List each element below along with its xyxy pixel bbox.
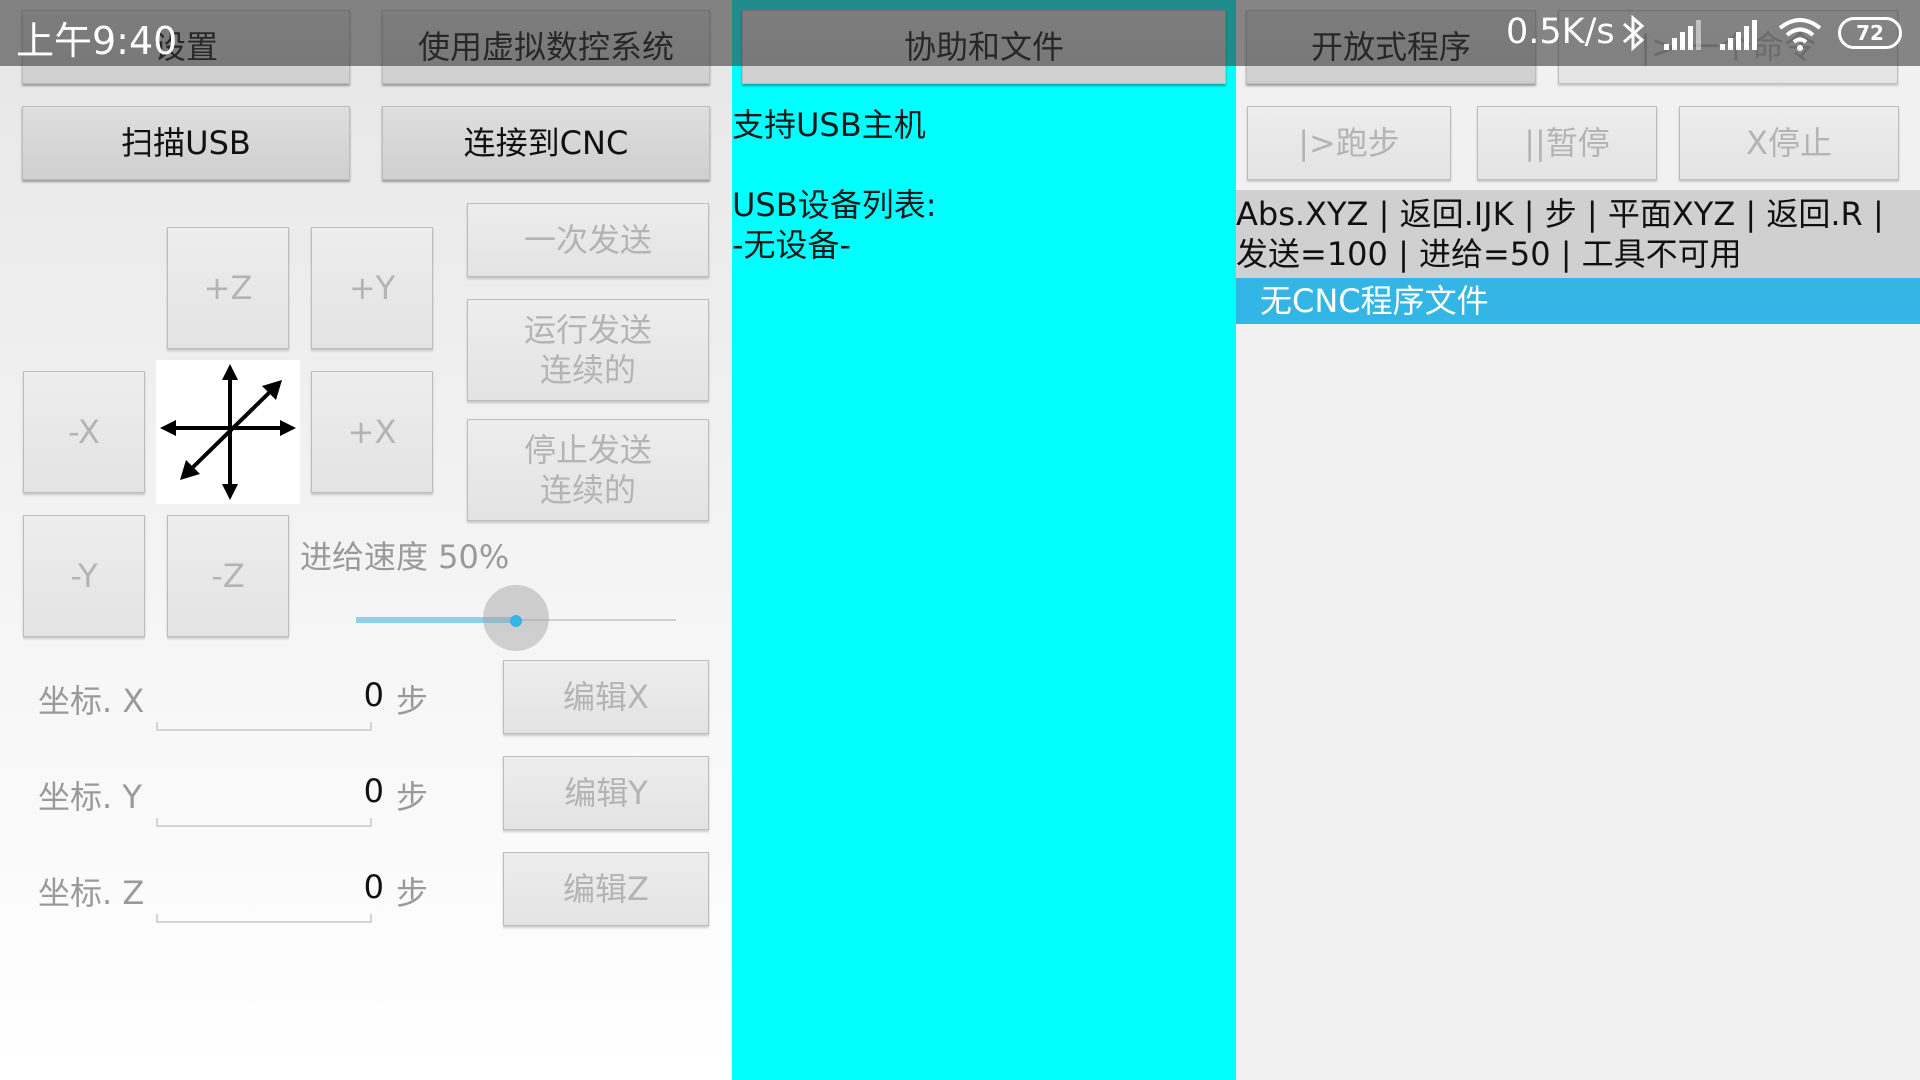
wifi-icon (1778, 18, 1822, 51)
coord-y-unit: 步 (396, 778, 429, 816)
usb-host-support-text: 支持USB主机 (732, 106, 926, 144)
scan-usb-button[interactable]: 扫描USB (22, 106, 350, 180)
feed-speed-slider[interactable] (356, 585, 676, 655)
middle-panel: 协助和文件 支持USB主机 USB设备列表: -无设备- (732, 0, 1236, 1080)
jog-minus-y-button[interactable]: -Y (23, 515, 145, 637)
coord-y-label: 坐标. Y (38, 778, 142, 816)
status-time: 上午9:40 (16, 19, 178, 63)
jog-plus-y-button[interactable]: +Y (311, 227, 433, 349)
coord-z-underline (156, 914, 372, 923)
send-once-button[interactable]: 一次发送 (467, 203, 709, 277)
run-send-line1: 运行发送 (523, 311, 652, 349)
left-panel: 设置 使用虚拟数控系统 扫描USB 连接到CNC +Z +Y -X +X -Y … (0, 0, 732, 1080)
gcode-state-info: Abs.XYZ | 返回.IJK | 步 | 平面XYZ | 返回.R | 发送… (1236, 190, 1920, 278)
coord-z-unit: 步 (396, 874, 429, 912)
status-bar: 上午9:40 0.5K/s 72 (0, 0, 1920, 66)
jog-minus-x-button[interactable]: -X (23, 371, 145, 493)
edit-z-button[interactable]: 编辑Z (503, 852, 709, 926)
four-way-arrow-icon (156, 360, 300, 504)
bluetooth-icon (1623, 14, 1645, 52)
usb-no-device-text: -无设备- (732, 226, 852, 264)
feed-speed-label: 进给速度 50% (300, 538, 510, 576)
signal-strength-icon-1 (1664, 20, 1701, 50)
run-step-button[interactable]: |>跑步 (1247, 106, 1451, 180)
stop-send-continuous-button[interactable]: 停止发送 连续的 (467, 419, 709, 521)
jog-minus-z-button[interactable]: -Z (167, 515, 289, 637)
stop-send-line2: 连续的 (539, 471, 636, 509)
edit-x-button[interactable]: 编辑X (503, 660, 709, 734)
edit-y-button[interactable]: 编辑Y (503, 756, 709, 830)
jog-plus-z-button[interactable]: +Z (167, 227, 289, 349)
right-panel: 开放式程序 |> 一个命令 |>跑步 ||暂停 X停止 Abs.XYZ | 返回… (1236, 0, 1920, 1080)
signal-strength-icon-2 (1720, 20, 1757, 50)
slider-thumb[interactable] (510, 615, 522, 627)
coord-y-underline (156, 818, 372, 827)
coord-z-value[interactable]: 0 (156, 868, 384, 906)
stop-send-line1: 停止发送 (523, 431, 652, 469)
stop-button[interactable]: X停止 (1679, 106, 1899, 180)
jog-plus-x-button[interactable]: +X (311, 371, 433, 493)
coord-z-label: 坐标. Z (38, 874, 145, 912)
coord-x-underline (156, 722, 372, 731)
battery-icon: 72 (1838, 17, 1902, 49)
gcode-state-line1: Abs.XYZ | 返回.IJK | 步 | 平面XYZ | 返回.R | (1236, 195, 1884, 233)
coord-y-value[interactable]: 0 (156, 772, 384, 810)
gcode-state-line2: 发送=100 | 进给=50 | 工具不可用 (1236, 235, 1742, 273)
run-send-continuous-button[interactable]: 运行发送 连续的 (467, 299, 709, 401)
coord-x-label: 坐标. X (38, 682, 145, 720)
cnc-program-file-item[interactable]: 无CNC程序文件 (1236, 278, 1920, 324)
network-speed: 0.5K/s (1506, 12, 1615, 52)
coord-x-unit: 步 (396, 682, 429, 720)
run-send-line2: 连续的 (539, 351, 636, 389)
coord-x-value[interactable]: 0 (156, 676, 384, 714)
pause-button[interactable]: ||暂停 (1477, 106, 1657, 180)
connect-cnc-button[interactable]: 连接到CNC (382, 106, 710, 180)
